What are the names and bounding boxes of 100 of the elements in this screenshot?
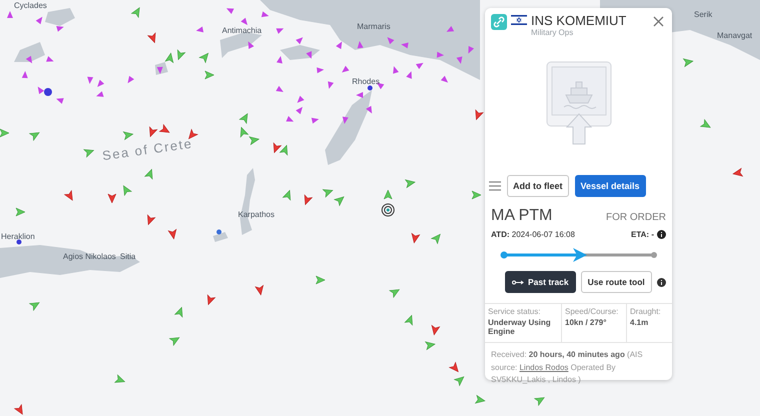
- ship-icon[interactable]: [273, 142, 282, 153]
- ship-icon[interactable]: [389, 289, 400, 298]
- vessel-type: Military Ops: [531, 28, 574, 37]
- ship-icon[interactable]: [7, 11, 13, 18]
- ship-icon[interactable]: [475, 395, 486, 404]
- ship-icon[interactable]: [207, 294, 216, 305]
- close-button[interactable]: [653, 16, 664, 27]
- stat-value: 4.1m: [630, 318, 650, 327]
- ship-icon[interactable]: [196, 26, 204, 32]
- stat-label: Speed/Course:: [565, 307, 620, 316]
- ship-icon[interactable]: [255, 285, 264, 296]
- ship-icon[interactable]: [144, 169, 153, 180]
- link-icon[interactable]: [491, 14, 507, 30]
- ship-icon[interactable]: [156, 66, 163, 74]
- ship-icon[interactable]: [404, 315, 413, 326]
- ship-icon[interactable]: [147, 214, 156, 225]
- ship-icon[interactable]: [376, 82, 384, 90]
- ship-icon[interactable]: [159, 124, 170, 133]
- ship-icon[interactable]: [282, 190, 291, 200]
- ship-icon[interactable]: [29, 132, 40, 141]
- ship-icon[interactable]: [131, 7, 140, 18]
- add-to-fleet-button[interactable]: Add to fleet: [507, 175, 568, 197]
- ship-icon[interactable]: [168, 229, 176, 240]
- ship-icon[interactable]: [700, 119, 711, 128]
- ais-source-link[interactable]: Lindos Rodos: [519, 362, 568, 372]
- ship-icon[interactable]: [199, 52, 208, 63]
- ship-icon[interactable]: [46, 56, 54, 62]
- ship-icon[interactable]: [534, 397, 545, 406]
- ship-icon[interactable]: [276, 86, 284, 92]
- ship-icon[interactable]: [239, 113, 248, 124]
- ship-icon[interactable]: [174, 307, 183, 318]
- island-drawing: [45, 8, 75, 26]
- ship-icon[interactable]: [449, 362, 458, 372]
- port-marker-icon[interactable]: [44, 88, 52, 96]
- ship-icon[interactable]: [342, 116, 348, 124]
- ship-icon[interactable]: [84, 149, 94, 158]
- ship-icon[interactable]: [36, 16, 42, 24]
- ship-icon[interactable]: [336, 42, 342, 50]
- island-drawing: [213, 232, 228, 242]
- ship-icon[interactable]: [108, 194, 116, 204]
- selected-vessel-target-icon[interactable]: [382, 204, 394, 216]
- ship-icon[interactable]: [188, 129, 198, 140]
- ship-icon[interactable]: [165, 52, 174, 63]
- ship-icon[interactable]: [261, 11, 269, 18]
- received-info-text: Received: 20 hours, 40 minutes ago (AIS source: Lindos Rodos Operated By SV5KKU_Lakis , Lindos ): [490, 349, 644, 386]
- stat-value: 10kn / 279°: [565, 318, 608, 327]
- ship-icon[interactable]: [64, 190, 73, 201]
- port-marker-icon[interactable]: [368, 86, 372, 90]
- ship-icon[interactable]: [149, 126, 158, 137]
- ship-icon[interactable]: [334, 196, 344, 206]
- ship-icon[interactable]: [249, 136, 260, 145]
- ship-icon[interactable]: [123, 132, 134, 140]
- route-tool-button[interactable]: Use route tool: [580, 271, 652, 293]
- vessel-details-button[interactable]: Vessel details: [574, 175, 646, 197]
- vessel-position-arrow-icon: [572, 248, 586, 262]
- ship-icon[interactable]: [204, 70, 214, 80]
- ship-icon[interactable]: [732, 168, 743, 176]
- menu-icon[interactable]: [489, 181, 501, 191]
- ship-icon[interactable]: [425, 342, 436, 350]
- ship-icon[interactable]: [14, 404, 23, 415]
- ship-icon[interactable]: [276, 56, 282, 64]
- past-track-button[interactable]: Past track: [505, 271, 576, 293]
- ship-icon[interactable]: [412, 233, 420, 244]
- map-place-label: Manavgat: [717, 31, 752, 41]
- ship-icon[interactable]: [0, 128, 10, 138]
- origin-port: MA PTM: [491, 207, 552, 225]
- ship-icon[interactable]: [148, 32, 156, 43]
- ship-icon[interactable]: [56, 98, 64, 104]
- ship-icon[interactable]: [29, 302, 40, 311]
- map-place-label: Heraklion: [1, 232, 35, 242]
- track-icon: [512, 280, 524, 284]
- ship-icon[interactable]: [276, 28, 284, 34]
- ship-icon[interactable]: [240, 127, 248, 138]
- ship-icon[interactable]: [177, 50, 186, 60]
- port-marker-icon[interactable]: [16, 240, 22, 244]
- ship-icon[interactable]: [342, 66, 350, 72]
- ship-icon[interactable]: [38, 86, 44, 94]
- ship-icon[interactable]: [123, 185, 132, 196]
- ship-icon[interactable]: [316, 276, 326, 284]
- ship-icon[interactable]: [322, 189, 333, 198]
- ship-icon[interactable]: [304, 194, 312, 205]
- ship-icon[interactable]: [169, 337, 180, 346]
- ship-icon[interactable]: [472, 190, 482, 200]
- ship-icon[interactable]: [280, 145, 288, 156]
- ship-icon[interactable]: [431, 234, 440, 244]
- ship-icon[interactable]: [440, 76, 448, 83]
- stat-label: Service status:: [488, 307, 542, 316]
- ship-icon[interactable]: [128, 76, 134, 84]
- ship-icon[interactable]: [114, 374, 125, 383]
- ship-icon[interactable]: [248, 41, 254, 50]
- port-marker-icon[interactable]: [216, 230, 222, 234]
- info-icon[interactable]: [656, 278, 666, 286]
- ship-icon[interactable]: [454, 376, 464, 386]
- ship-icon[interactable]: [405, 180, 416, 188]
- ship-icon[interactable]: [384, 190, 392, 200]
- info-icon[interactable]: [657, 230, 666, 239]
- flag-icon: [511, 14, 527, 26]
- ship-icon[interactable]: [16, 208, 26, 216]
- ship-icon[interactable]: [432, 325, 440, 336]
- vessel-name: INS KOMEMIUT: [531, 14, 628, 28]
